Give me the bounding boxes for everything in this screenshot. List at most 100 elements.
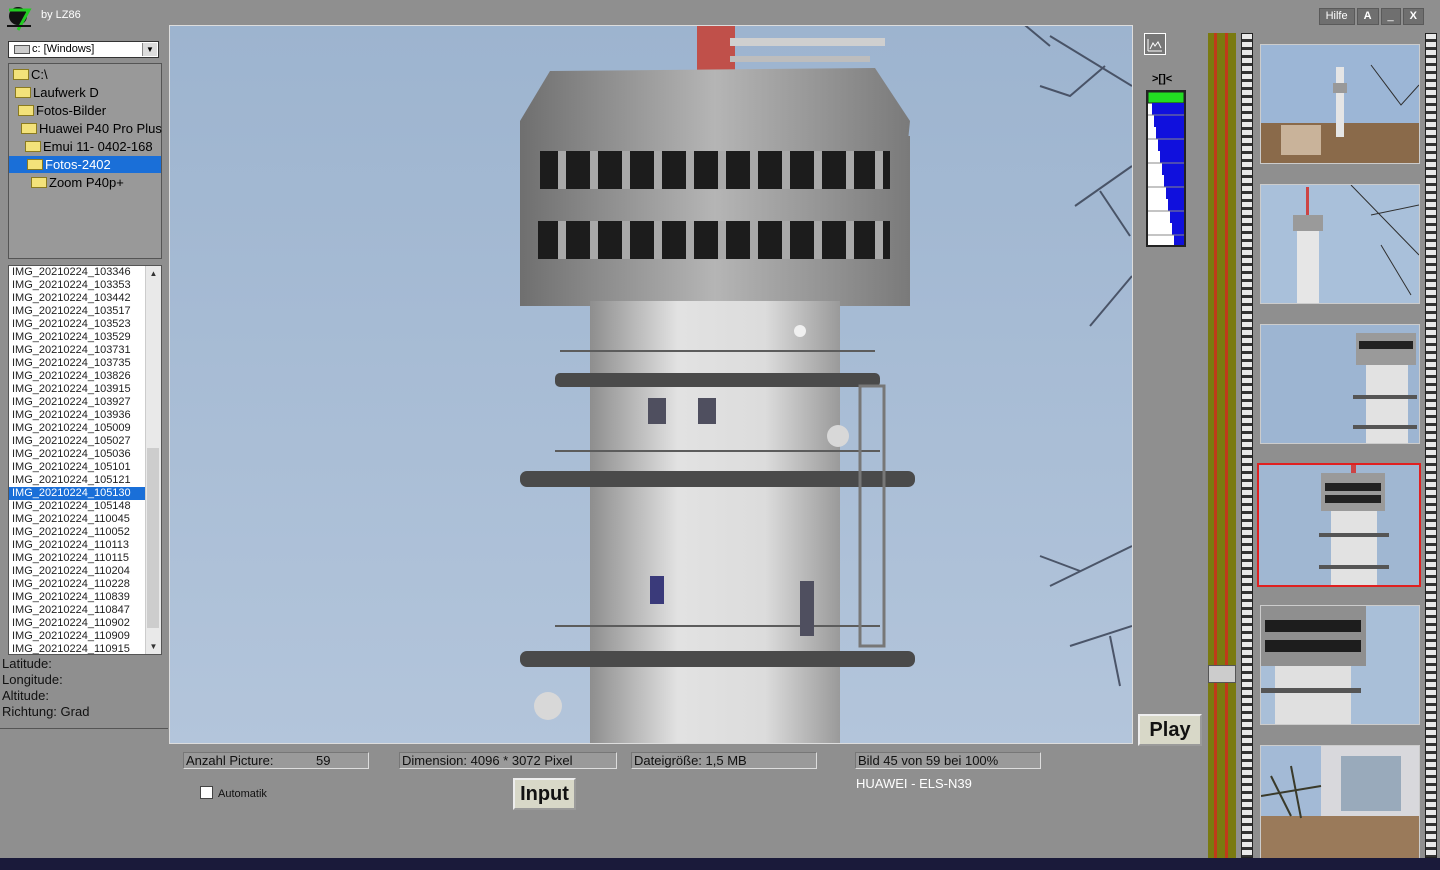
camera-model: HUAWEI - ELS-N39 (856, 776, 972, 791)
tree-label: Emui 11- 0402-168 (43, 139, 153, 154)
file-list-item[interactable]: IMG_20210224_105121 (9, 474, 161, 487)
count-label: Anzahl Picture: (186, 753, 274, 768)
tree-item-fotos-2402[interactable]: Fotos-2402 (9, 156, 161, 173)
taskbar (0, 858, 1440, 870)
thumbnail-6[interactable] (1260, 745, 1420, 865)
thumbnail-1[interactable] (1260, 44, 1420, 164)
tower-top-thumbnail (1261, 325, 1419, 443)
file-list-item[interactable]: IMG_20210224_103735 (9, 357, 161, 370)
file-list-item[interactable]: IMG_20210224_110052 (9, 526, 161, 539)
file-list-item[interactable]: IMG_20210224_105130 (9, 487, 161, 500)
level-indicator[interactable] (1146, 90, 1186, 247)
longitude-label: Longitude: (2, 672, 63, 687)
app-logo-icon (7, 7, 32, 31)
drive-icon (14, 45, 30, 54)
file-list[interactable]: IMG_20210224_103346 IMG_20210224_103353 IM… (8, 265, 162, 655)
minimize-button[interactable]: _ (1380, 8, 1401, 25)
gps-info: Latitude: Longitude: Altitude: Richtung:… (0, 656, 168, 729)
folder-icon (18, 105, 34, 116)
tree-label: Fotos-2402 (45, 157, 111, 172)
file-list-item[interactable]: IMG_20210224_103936 (9, 409, 161, 422)
scroll-up-icon[interactable]: ▲ (146, 266, 161, 281)
count-field: Anzahl Picture: (183, 752, 369, 769)
slider-rail (1225, 33, 1228, 858)
tree-item-zoom[interactable]: Zoom P40p+ (31, 174, 124, 191)
direction-label: Richtung: Grad (2, 704, 90, 719)
histogram-icon (1147, 39, 1162, 52)
file-list-item[interactable]: IMG_20210224_103529 (9, 331, 161, 344)
city-tower-thumbnail (1261, 45, 1419, 163)
file-list-scrollbar[interactable]: ▲ ▼ (145, 266, 161, 654)
filesize-field: Dateigröße: 1,5 MB (631, 752, 817, 769)
thumbnail-3[interactable] (1260, 324, 1420, 444)
tree-label: Huawei P40 Pro Plus (39, 121, 162, 136)
title-buttons: Hilfe A _ X (1318, 8, 1424, 25)
latitude-label: Latitude: (2, 656, 52, 671)
tree-item-huawei[interactable]: Huawei P40 Pro Plus (21, 120, 163, 137)
thumbnail-4[interactable] (1257, 463, 1421, 587)
byline: by LZ86 (41, 9, 81, 21)
slider-rail (1214, 33, 1217, 858)
tree-item-emui[interactable]: Emui 11- 0402-168 (25, 138, 153, 155)
file-list-item[interactable]: IMG_20210224_110839 (9, 591, 161, 604)
count-value: 59 (316, 753, 331, 768)
tower-trees-thumbnail (1261, 185, 1419, 303)
dimension-field: Dimension: 4096 * 3072 Pixel (399, 752, 617, 769)
file-list-item[interactable]: IMG_20210224_103353 (9, 279, 161, 292)
file-list-item[interactable]: IMG_20210224_105009 (9, 422, 161, 435)
file-list-item[interactable]: IMG_20210224_105101 (9, 461, 161, 474)
play-button[interactable]: Play (1138, 714, 1202, 746)
help-button[interactable]: Hilfe (1318, 8, 1355, 25)
scroll-thumb[interactable] (147, 448, 159, 628)
folder-icon (25, 141, 41, 152)
main-image[interactable] (169, 25, 1133, 744)
file-list-item[interactable]: IMG_20210224_110902 (9, 617, 161, 630)
file-rows: IMG_20210224_103346 IMG_20210224_103353 IM… (9, 266, 161, 654)
input-button[interactable]: Input (513, 778, 576, 810)
tower-photo (170, 26, 1132, 743)
folder-icon (21, 123, 37, 134)
file-list-item[interactable]: IMG_20210224_103826 (9, 370, 161, 383)
tree-item-laufwerk-d[interactable]: Laufwerk D (15, 84, 99, 101)
file-list-item[interactable]: IMG_20210224_103915 (9, 383, 161, 396)
file-list-item[interactable]: IMG_20210224_110909 (9, 630, 161, 643)
close-button[interactable]: X (1402, 8, 1424, 25)
thumbnail-2[interactable] (1260, 184, 1420, 304)
file-list-item[interactable]: IMG_20210224_110115 (9, 552, 161, 565)
file-list-item[interactable]: IMG_20210224_110228 (9, 578, 161, 591)
picture-field: Bild 45 von 59 bei 100% (855, 752, 1041, 769)
tree-item-c[interactable]: C:\ (13, 66, 48, 83)
automatic-checkbox[interactable]: Automatik (200, 786, 267, 800)
folder-icon (13, 69, 29, 80)
folder-icon (15, 87, 31, 98)
file-list-item[interactable]: IMG_20210224_105036 (9, 448, 161, 461)
chevron-down-icon[interactable]: ▼ (142, 43, 157, 56)
file-list-item[interactable]: IMG_20210224_103927 (9, 396, 161, 409)
tree-label: Fotos-Bilder (36, 103, 107, 118)
zoom-slider[interactable] (1208, 33, 1236, 858)
file-list-item[interactable]: IMG_20210224_110847 (9, 604, 161, 617)
checkbox-box[interactable] (200, 786, 213, 799)
histogram-button[interactable] (1144, 33, 1166, 55)
file-list-item[interactable]: IMG_20210224_103517 (9, 305, 161, 318)
font-button[interactable]: A (1356, 8, 1379, 25)
drive-select[interactable]: c: [Windows] ▼ (8, 41, 159, 58)
file-list-item[interactable]: IMG_20210224_103346 (9, 266, 161, 279)
file-list-item[interactable]: IMG_20210224_103731 (9, 344, 161, 357)
slider-handle[interactable] (1208, 665, 1236, 683)
file-list-item[interactable]: IMG_20210224_110204 (9, 565, 161, 578)
file-list-item[interactable]: IMG_20210224_103442 (9, 292, 161, 305)
file-list-item[interactable]: IMG_20210224_110915 (9, 643, 161, 654)
level-bars (1147, 91, 1185, 245)
scroll-down-icon[interactable]: ▼ (146, 639, 161, 654)
film-perforation (1241, 33, 1253, 858)
file-list-item[interactable]: IMG_20210224_110045 (9, 513, 161, 526)
file-list-item[interactable]: IMG_20210224_105148 (9, 500, 161, 513)
tree-item-fotos-bilder[interactable]: Fotos-Bilder (18, 102, 106, 119)
file-list-item[interactable]: IMG_20210224_103523 (9, 318, 161, 331)
file-list-item[interactable]: IMG_20210224_105027 (9, 435, 161, 448)
tree-label: C:\ (31, 67, 48, 82)
level-label: >[]< (1152, 73, 1173, 85)
file-list-item[interactable]: IMG_20210224_110113 (9, 539, 161, 552)
thumbnail-5[interactable] (1260, 605, 1420, 725)
